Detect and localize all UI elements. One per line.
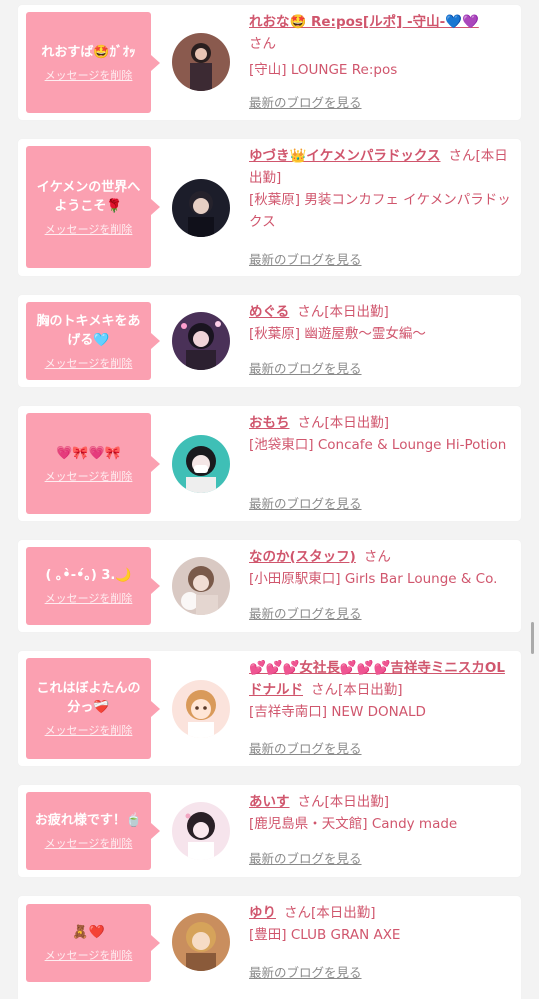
entry-info: なのか(スタッフ) さん [小田原駅東口] Girls Bar Lounge & …: [249, 546, 513, 590]
message-card: イケメンの世界へ ようこそ🌹 メッセージを削除 ゆづき👑イケメンパラドックス さん…: [18, 139, 521, 276]
bubble-message: 胸のトキメキをあ げる🩵: [36, 313, 141, 348]
entry-info: ゆり さん[本日出勤] [豊田] CLUB GRAN AXE: [249, 902, 513, 946]
delete-message-link[interactable]: メッセージを削除: [45, 67, 133, 83]
latest-blog-link[interactable]: 最新のブログを見る: [249, 738, 362, 757]
cast-name-link[interactable]: ゆづき👑イケメンパラドックス: [249, 148, 441, 164]
honorific: さん[本日出勤]: [284, 905, 376, 921]
latest-blog-link[interactable]: 最新のブログを見る: [249, 249, 362, 268]
honorific: さん: [363, 549, 391, 565]
avatar[interactable]: [172, 33, 230, 91]
message-card: 胸のトキメキをあ げる🩵 メッセージを削除 めぐる さん[本日出勤] [秋葉原] …: [18, 295, 521, 387]
shop-link[interactable]: [守山] LOUNGE Re:pos: [249, 59, 513, 81]
latest-blog-link[interactable]: 最新のブログを見る: [249, 493, 362, 512]
bubble-message: れおすば🤩ｶﾞｵｯ: [41, 44, 136, 60]
message-bubble: 🧸❤️ メッセージを削除: [26, 904, 160, 982]
latest-blog-link[interactable]: 最新のブログを見る: [249, 358, 362, 377]
avatar[interactable]: [172, 802, 230, 860]
delete-message-link[interactable]: メッセージを削除: [45, 590, 133, 606]
message-card: これはぼよたんの 分っ❤️‍🩹 メッセージを削除 💕💕💕女社長💕💕💕吉祥寺ミニス…: [18, 651, 521, 766]
cast-name-link[interactable]: ゆり: [249, 905, 276, 921]
shop-link[interactable]: [豊田] CLUB GRAN AXE: [249, 924, 513, 946]
delete-message-link[interactable]: メッセージを削除: [45, 468, 133, 484]
message-card: 💗🎀💗🎀 メッセージを削除 おもち さん[本日出勤] [池袋東口] Concafe…: [18, 406, 521, 521]
message-card: お疲れ様です！🍵 メッセージを削除 あいす さん[本日出勤] [鹿児島県・天文館]…: [18, 785, 521, 877]
avatar[interactable]: [172, 557, 230, 615]
honorific: さん[本日出勤]: [297, 304, 389, 320]
delete-message-link[interactable]: メッセージを削除: [45, 221, 133, 237]
bubble-message: ( ｡•̀-•́｡) 3.🌙: [45, 568, 132, 583]
shop-link[interactable]: [池袋東口] Concafe & Lounge Hi-Potion: [249, 434, 513, 456]
shop-link[interactable]: [秋葉原] 幽遊屋敷〜霊女編〜: [249, 323, 513, 345]
bubble-message: これはぼよたんの 分っ❤️‍🩹: [36, 681, 141, 715]
avatar[interactable]: [172, 913, 230, 971]
latest-blog-link[interactable]: 最新のブログを見る: [249, 848, 362, 867]
avatar[interactable]: [172, 680, 230, 738]
cast-name-link[interactable]: めぐる: [249, 304, 289, 320]
message-bubble: ( ｡•̀-•́｡) 3.🌙 メッセージを削除: [26, 547, 160, 625]
entry-info: れおな🤩 Re:pos[ルポ] -守山-💙💜 さん [守山] LOUNGE Re…: [249, 11, 513, 81]
entry-info: めぐる さん[本日出勤] [秋葉原] 幽遊屋敷〜霊女編〜: [249, 301, 513, 345]
delete-message-link[interactable]: メッセージを削除: [45, 835, 133, 851]
shop-link[interactable]: [鹿児島県・天文館] Candy made: [249, 813, 513, 835]
bubble-message: 🧸❤️: [72, 925, 105, 940]
bubble-message: お疲れ様です！🍵: [34, 813, 143, 828]
scrollbar-thumb[interactable]: [531, 622, 534, 654]
honorific: さん: [249, 36, 276, 52]
message-bubble: イケメンの世界へ ようこそ🌹 メッセージを削除: [26, 146, 160, 268]
shop-link[interactable]: [秋葉原] 男装コンカフェ イケメンパラドックス: [249, 189, 513, 233]
entry-info: あいす さん[本日出勤] [鹿児島県・天文館] Candy made: [249, 791, 513, 835]
delete-message-link[interactable]: メッセージを削除: [45, 722, 133, 738]
bubble-message: 💗🎀💗🎀: [56, 445, 121, 461]
shop-link[interactable]: [小田原駅東口] Girls Bar Lounge & Co.: [249, 568, 513, 590]
latest-blog-link[interactable]: 最新のブログを見る: [249, 962, 362, 981]
cast-name-link[interactable]: おもち: [249, 415, 290, 431]
honorific: さん[本日出勤]: [311, 682, 403, 698]
entry-info: おもち さん[本日出勤] [池袋東口] Concafe & Lounge Hi-P…: [249, 412, 513, 456]
avatar[interactable]: [172, 179, 230, 237]
latest-blog-link[interactable]: 最新のブログを見る: [249, 92, 362, 111]
bubble-message: イケメンの世界へ ようこそ🌹: [36, 179, 141, 214]
message-bubble: 💗🎀💗🎀 メッセージを削除: [26, 413, 160, 514]
avatar[interactable]: [172, 435, 230, 493]
message-card: ( ｡•̀-•́｡) 3.🌙 メッセージを削除 なのか(スタッフ) さん [小田原…: [18, 540, 521, 632]
delete-message-link[interactable]: メッセージを削除: [45, 947, 133, 963]
cast-name-link[interactable]: れおな🤩 Re:pos[ルポ] -守山-💙💜: [249, 14, 479, 30]
entry-info: ゆづき👑イケメンパラドックス さん[本日出勤] [秋葉原] 男装コンカフェ イケメ…: [249, 145, 513, 233]
message-bubble: お疲れ様です！🍵 メッセージを削除: [26, 792, 160, 870]
delete-message-link[interactable]: メッセージを削除: [45, 355, 133, 371]
avatar[interactable]: [172, 312, 230, 370]
message-card: れおすば🤩ｶﾞｵｯ メッセージを削除 れおな🤩 Re:pos[ルポ] -守山-💙…: [18, 5, 521, 120]
cast-name-link[interactable]: なのか(スタッフ): [249, 549, 356, 565]
entry-info: 💕💕💕女社長💕💕💕吉祥寺ミニスカOLドナルド さん[本日出勤] [吉祥寺南口] N…: [249, 657, 513, 723]
cast-name-link[interactable]: あいす: [249, 794, 290, 810]
honorific: さん[本日出勤]: [297, 794, 390, 810]
message-card: 🧸❤️ メッセージを削除 ゆり さん[本日出勤] [豊田] CLUB GRAN A…: [18, 896, 521, 999]
honorific: さん[本日出勤]: [297, 415, 390, 431]
message-bubble: これはぼよたんの 分っ❤️‍🩹 メッセージを削除: [26, 658, 160, 759]
shop-link[interactable]: [吉祥寺南口] NEW DONALD: [249, 701, 513, 723]
message-bubble: れおすば🤩ｶﾞｵｯ メッセージを削除: [26, 12, 160, 113]
latest-blog-link[interactable]: 最新のブログを見る: [249, 603, 362, 622]
message-bubble: 胸のトキメキをあ げる🩵 メッセージを削除: [26, 302, 160, 380]
